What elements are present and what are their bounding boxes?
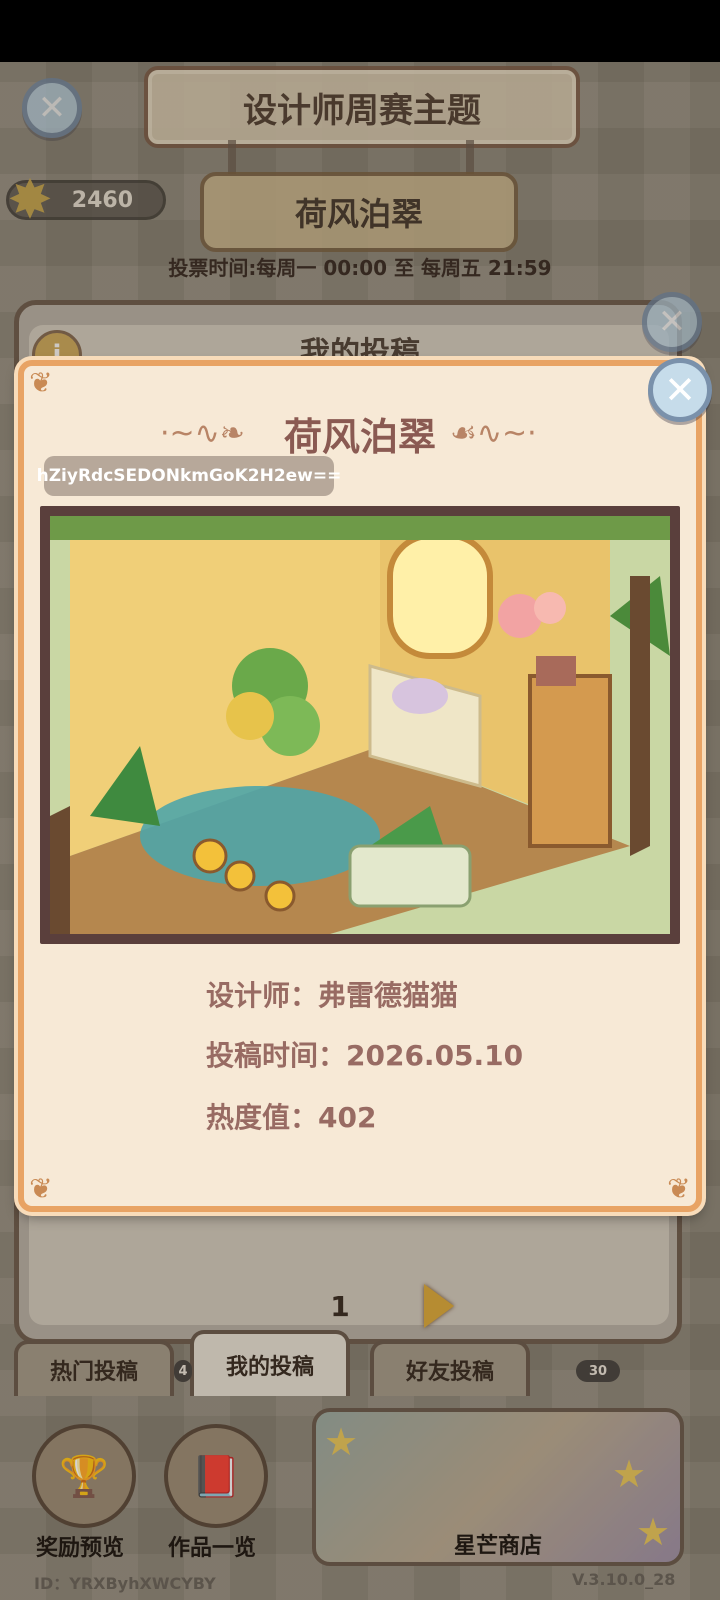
- designer-line: 设计师：弗雷德猫猫: [206, 979, 459, 1012]
- corner-ornament: ❦: [29, 1172, 53, 1205]
- share-code[interactable]: hZiyRdcSEDONkmGoK2H2ew==: [37, 456, 341, 496]
- corner-ornament: ❦: [667, 1172, 691, 1205]
- room-design-image: [50, 516, 670, 934]
- room-illustration: [50, 516, 670, 934]
- status-bar: [0, 0, 720, 62]
- submit-time-line: 投稿时间：2026.05.10: [206, 1039, 524, 1072]
- modal-title: 荷风泊翠: [283, 415, 436, 459]
- corner-ornament: ❦: [29, 366, 53, 399]
- heat-value-line: 热度值：402: [206, 1101, 377, 1134]
